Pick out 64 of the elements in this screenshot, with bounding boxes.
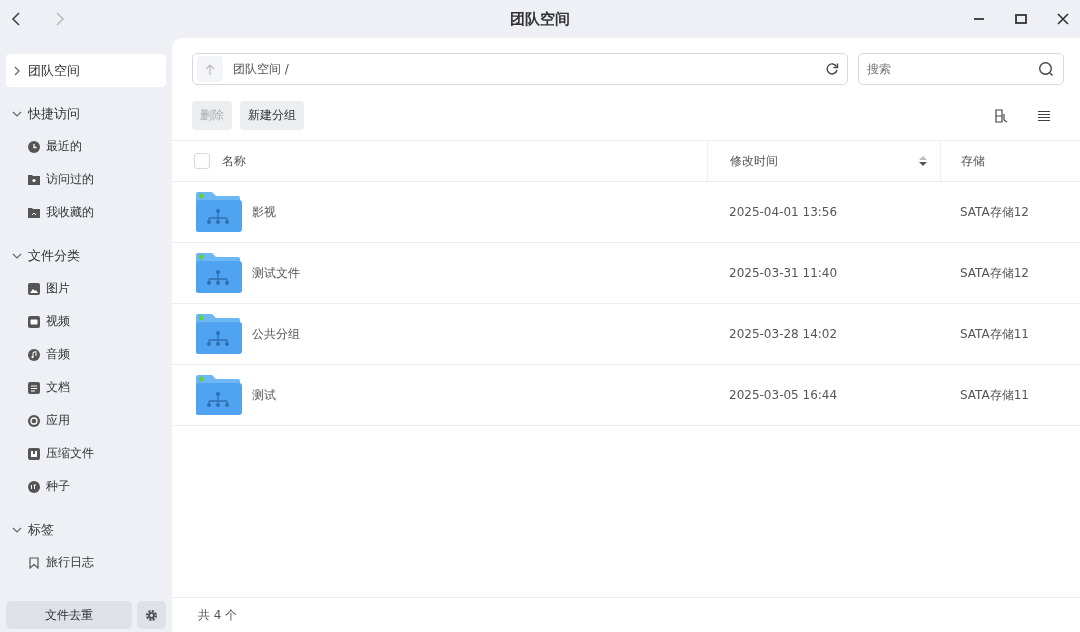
settings-button[interactable] xyxy=(137,601,166,629)
sidebar-item[interactable]: 图片 xyxy=(6,272,166,305)
app-icon xyxy=(28,414,40,427)
arrow-up-icon xyxy=(204,62,216,76)
sidebar-item[interactable]: 我收藏的 xyxy=(6,196,166,229)
sidebar-item[interactable]: 旅行日志 xyxy=(6,546,166,579)
path-text: 团队空间 / xyxy=(233,60,290,78)
back-icon[interactable] xyxy=(10,11,22,27)
storage-name: SATA存储12 xyxy=(960,265,1029,280)
modified-time: 2025-03-28 14:02 xyxy=(729,327,839,341)
file-name[interactable]: 测试 xyxy=(252,386,276,404)
shared-folder-icon xyxy=(194,375,242,415)
search-field[interactable]: 搜索 xyxy=(858,53,1064,85)
close-icon[interactable] xyxy=(1056,12,1070,26)
shared-folder-icon xyxy=(194,253,242,293)
refresh-icon[interactable] xyxy=(825,62,839,76)
archive-icon xyxy=(28,447,40,460)
image-icon xyxy=(28,282,40,295)
file-name[interactable]: 测试文件 xyxy=(252,264,300,282)
modified-time: 2025-04-01 13:56 xyxy=(729,205,839,219)
toolbar-button[interactable]: 新建分组 xyxy=(240,101,304,130)
file-name[interactable]: 影视 xyxy=(252,203,276,221)
column-header[interactable]: 存储 xyxy=(961,152,985,170)
window-title: 团队空间 xyxy=(510,9,570,29)
modified-time: 2025-03-31 11:40 xyxy=(729,266,839,280)
document-icon xyxy=(28,381,40,394)
chevron-icon xyxy=(12,65,22,76)
settings-icon xyxy=(145,608,158,622)
sidebar-section[interactable]: 团队空间 xyxy=(6,54,166,87)
select-all-checkbox[interactable] xyxy=(194,153,210,169)
torrent-icon xyxy=(28,480,40,493)
modified-time: 2025-03-05 16:44 xyxy=(729,388,839,402)
shared-folder-icon xyxy=(194,314,242,354)
sidebar-section[interactable]: 文件分类 xyxy=(6,239,166,272)
sidebar-item[interactable]: 音频 xyxy=(6,338,166,371)
sidebar-item[interactable]: 视频 xyxy=(6,305,166,338)
clock-icon xyxy=(28,140,40,153)
column-header[interactable]: 名称 xyxy=(222,152,246,170)
maximize-icon[interactable] xyxy=(1014,12,1028,26)
file-name[interactable]: 公共分组 xyxy=(252,325,300,343)
music-icon xyxy=(28,348,40,361)
sidebar-section[interactable]: 快捷访问 xyxy=(6,97,166,130)
sidebar-item[interactable]: 文档 xyxy=(6,371,166,404)
sort-icon[interactable] xyxy=(918,155,928,167)
sidebar-item[interactable]: 压缩文件 xyxy=(6,437,166,470)
sidebar-item[interactable]: 应用 xyxy=(6,404,166,437)
shared-folder-icon xyxy=(194,192,242,232)
storage-name: SATA存储12 xyxy=(960,204,1029,219)
storage-name: SATA存储11 xyxy=(960,387,1029,402)
bookmark-icon xyxy=(28,556,40,569)
sidebar-item[interactable]: 最近的 xyxy=(6,130,166,163)
dedupe-button[interactable]: 文件去重 xyxy=(6,601,132,629)
folder-icon xyxy=(28,207,40,218)
video-icon xyxy=(28,315,40,328)
view-options-icon[interactable] xyxy=(994,107,1010,124)
sidebar-item[interactable]: 种子 xyxy=(6,470,166,503)
path-bar[interactable]: 团队空间 / xyxy=(192,53,848,85)
sidebar-item[interactable]: 访问过的 xyxy=(6,163,166,196)
item-count: 共 4 个 xyxy=(198,606,238,624)
folder-icon xyxy=(28,174,40,185)
sidebar-section[interactable]: 标签 xyxy=(6,513,166,546)
column-header[interactable]: 修改时间 xyxy=(730,152,918,170)
storage-name: SATA存储11 xyxy=(960,326,1029,341)
search-icon xyxy=(1038,61,1054,77)
